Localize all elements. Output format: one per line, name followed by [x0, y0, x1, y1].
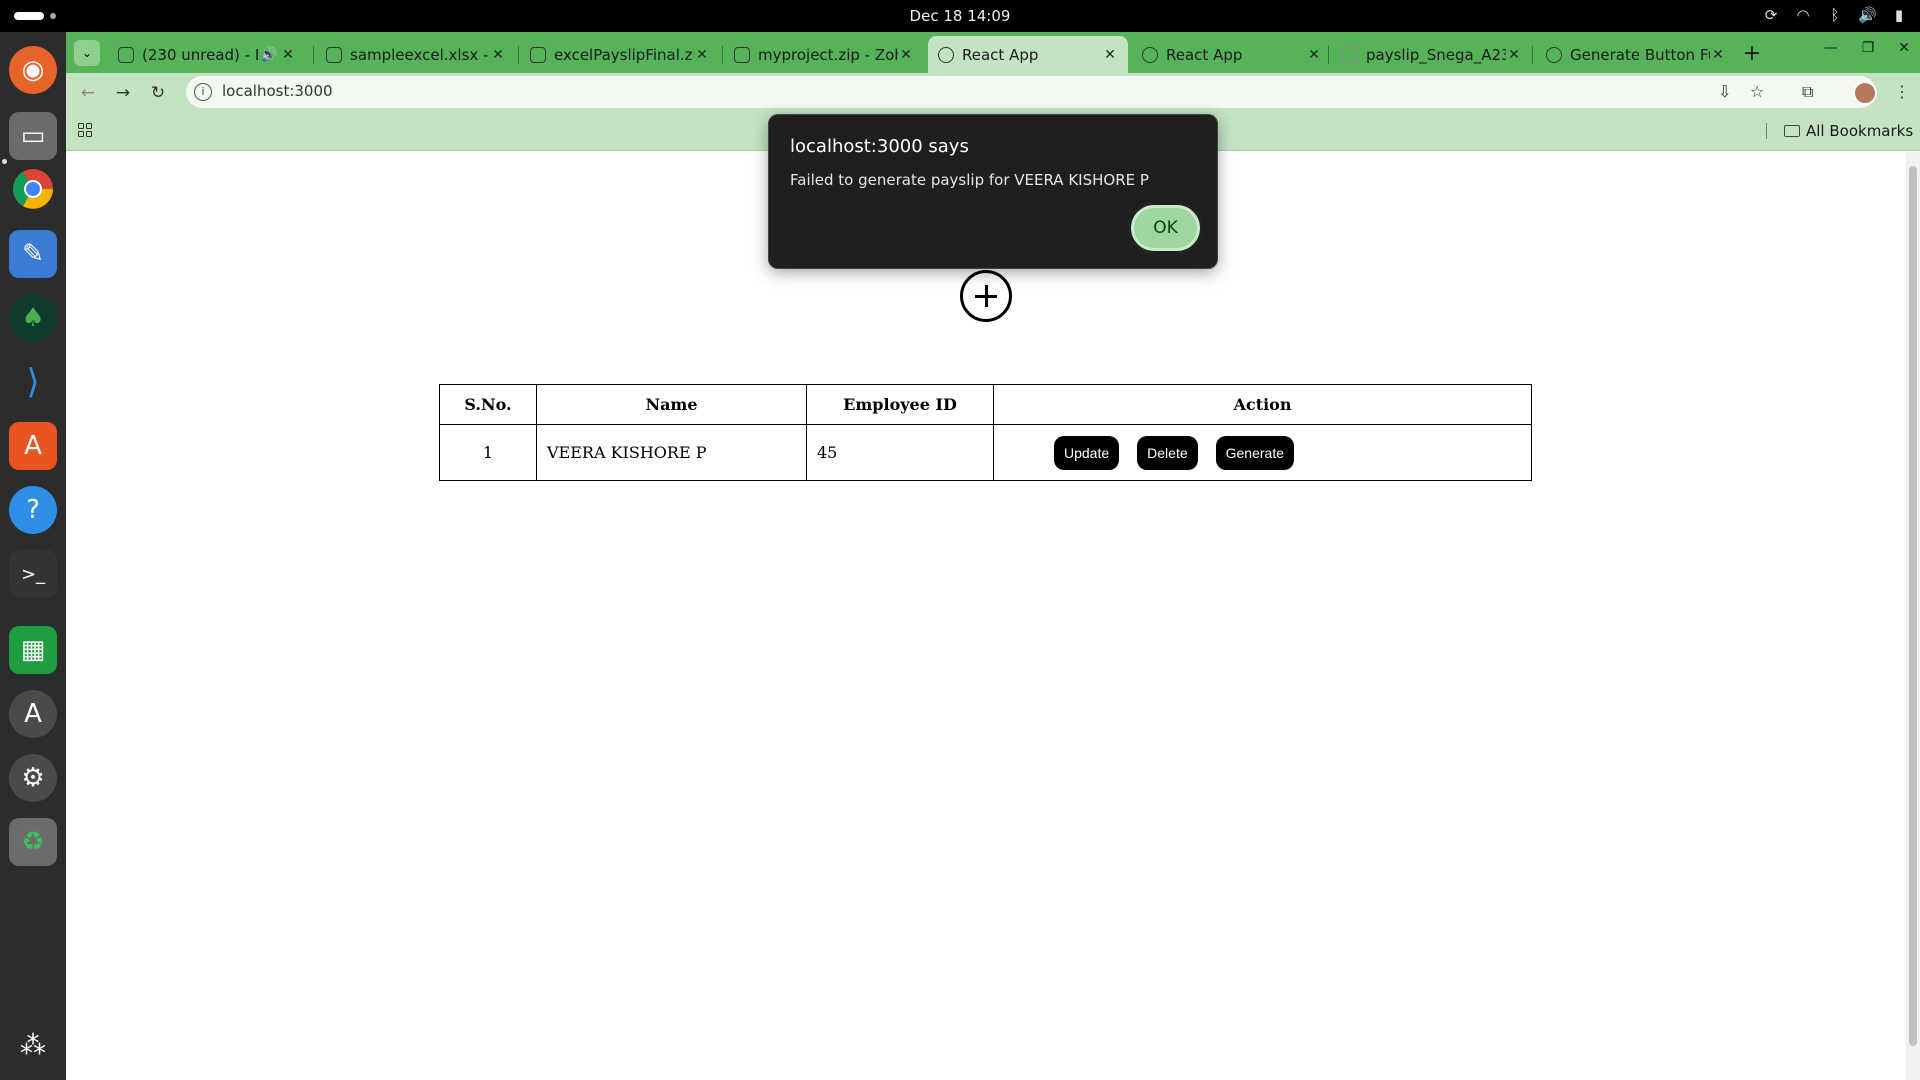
- header-action: Action: [993, 384, 1532, 425]
- mongodb-compass-icon[interactable]: ♠: [9, 294, 57, 342]
- sync-icon[interactable]: ⟳: [1762, 6, 1780, 24]
- ok-button[interactable]: OK: [1129, 203, 1202, 253]
- tab-close-icon[interactable]: ✕: [898, 47, 914, 63]
- page-scrollbar[interactable]: [1906, 152, 1920, 1080]
- firefox-icon[interactable]: ◉: [9, 46, 57, 94]
- cell-name: VEERA KISHORE P: [536, 424, 807, 481]
- software-updater-icon[interactable]: A: [9, 690, 57, 738]
- system-tray[interactable]: ⟳ ◠ ᛒ 🔊 ▮: [1762, 6, 1908, 24]
- tab-myproject[interactable]: myproject.zip - Zoho ✕: [724, 36, 924, 73]
- forward-button[interactable]: →: [109, 79, 137, 107]
- address-bar[interactable]: i localhost:3000 ⇩ ☆: [186, 76, 1876, 108]
- app-center-icon[interactable]: A: [9, 422, 57, 470]
- tab-react-app[interactable]: React App ✕: [1132, 36, 1332, 73]
- tab-close-icon[interactable]: ✕: [694, 47, 710, 63]
- close-window-icon[interactable]: ✕: [1898, 40, 1910, 56]
- tab-inbox[interactable]: (230 unread) - In 🔊 ✕: [108, 36, 306, 73]
- tab-react-app-active[interactable]: React App ✕: [928, 36, 1128, 73]
- reload-button[interactable]: ↻: [144, 79, 172, 107]
- spreadsheet-icon[interactable]: ▦: [9, 626, 57, 674]
- tab-strip: ⌄ (230 unread) - In 🔊 ✕ sampleexcel.xlsx…: [66, 32, 1920, 73]
- url-text[interactable]: localhost:3000: [222, 82, 333, 100]
- generate-button[interactable]: Generate: [1215, 435, 1294, 470]
- tab-close-icon[interactable]: ✕: [490, 47, 506, 63]
- chatgpt-favicon-icon: [1546, 46, 1562, 63]
- zoho-favicon-icon: [326, 46, 342, 63]
- install-app-icon[interactable]: ⇩: [1718, 82, 1731, 101]
- help-icon[interactable]: ?: [9, 486, 57, 534]
- table-row: 1 VEERA KISHORE P 45 Update Delete Generat…: [439, 424, 1532, 481]
- terminal-icon[interactable]: >_: [9, 550, 57, 598]
- kebab-menu-icon[interactable]: ⋮: [1894, 82, 1910, 101]
- header-sno: S.No.: [439, 384, 537, 425]
- cell-actions: Update Delete Generate: [993, 424, 1532, 481]
- battery-icon[interactable]: ▮: [1890, 6, 1908, 24]
- dialog-title: localhost:3000 says: [790, 136, 969, 157]
- tab-sampleexcel[interactable]: sampleexcel.xlsx - Z ✕: [316, 36, 516, 73]
- speaker-icon[interactable]: 🔊: [258, 47, 280, 63]
- page-content: S.No. Name Employee ID Action 1 VEERA KI…: [66, 152, 1920, 1080]
- arrow-right-icon: →: [115, 83, 131, 103]
- chrome-icon[interactable]: [9, 165, 57, 213]
- show-apps-icon[interactable]: ⁂: [9, 1022, 57, 1070]
- tab-close-icon[interactable]: ✕: [1102, 47, 1118, 63]
- tab-generate-button[interactable]: Generate Button Fu ✕: [1536, 36, 1736, 73]
- alert-dialog: localhost:3000 says Failed to generate p…: [768, 114, 1218, 269]
- tab-close-icon[interactable]: ✕: [280, 47, 296, 63]
- table-header-row: S.No. Name Employee ID Action: [439, 384, 1532, 425]
- mail-favicon-icon: [118, 46, 134, 63]
- system-clock[interactable]: Dec 18 14:09: [0, 7, 1920, 25]
- window-controls: — ❐ ✕: [1824, 40, 1910, 56]
- profile-avatar[interactable]: [1853, 81, 1877, 105]
- site-info-icon[interactable]: i: [194, 83, 212, 101]
- zoho-favicon-icon: [734, 46, 750, 63]
- chevron-down-icon: ⌄: [81, 46, 93, 60]
- back-button[interactable]: ←: [74, 79, 102, 107]
- volume-icon[interactable]: 🔊: [1858, 6, 1877, 24]
- employee-table: S.No. Name Employee ID Action 1 VEERA KI…: [439, 384, 1532, 481]
- browser-toolbar: ← → ↻ i localhost:3000 ⇩ ☆ ⧉ ⋮: [66, 73, 1920, 111]
- cell-employee-id: 45: [806, 424, 994, 481]
- trash-icon[interactable]: ♻: [9, 818, 57, 866]
- tab-close-icon[interactable]: ✕: [1306, 47, 1322, 63]
- active-indicator: [2, 159, 7, 164]
- bookmark-star-icon[interactable]: ☆: [1750, 82, 1764, 101]
- folder-icon: [1784, 125, 1800, 137]
- wifi-icon[interactable]: ◠: [1794, 6, 1812, 24]
- cell-sno: 1: [439, 424, 537, 481]
- update-button[interactable]: Update: [1054, 435, 1120, 470]
- new-tab-button[interactable]: +: [1737, 38, 1767, 68]
- tab-close-icon[interactable]: ✕: [1506, 47, 1522, 63]
- files-icon[interactable]: ▭: [9, 112, 57, 160]
- maximize-icon[interactable]: ❐: [1862, 40, 1875, 56]
- zoho-favicon-icon: [530, 46, 546, 63]
- minimize-icon[interactable]: —: [1824, 40, 1838, 56]
- react-favicon-icon: [1142, 46, 1158, 63]
- file-favicon-icon: [1342, 46, 1358, 63]
- bluetooth-icon[interactable]: ᛒ: [1826, 6, 1844, 24]
- plus-icon: +: [1742, 40, 1762, 66]
- tab-search-button[interactable]: ⌄: [74, 40, 100, 66]
- tab-close-icon[interactable]: ✕: [1710, 47, 1726, 63]
- ubuntu-dock: ◉ ▭ ✎ ♠ ⟩ A ? >_ ▦ A ⚙ ♻ ⁂: [0, 32, 66, 1080]
- extensions-icon[interactable]: ⧉: [1802, 82, 1813, 102]
- vscode-icon[interactable]: ⟩: [9, 358, 57, 406]
- apps-grid-icon[interactable]: [78, 123, 94, 139]
- add-employee-button[interactable]: [960, 270, 1012, 322]
- settings-icon[interactable]: ⚙: [9, 754, 57, 802]
- system-top-bar: Dec 18 14:09 ⟳ ◠ ᛒ 🔊 ▮: [0, 0, 1920, 32]
- react-favicon-icon: [938, 46, 954, 63]
- header-name: Name: [536, 384, 807, 425]
- dialog-message: Failed to generate payslip for VEERA KIS…: [790, 171, 1149, 189]
- text-editor-icon[interactable]: ✎: [9, 230, 57, 278]
- all-bookmarks-button[interactable]: All Bookmarks: [1784, 122, 1913, 140]
- reload-icon: ↻: [150, 83, 166, 103]
- arrow-left-icon: ←: [80, 83, 96, 103]
- header-employee-id: Employee ID: [806, 384, 994, 425]
- delete-button[interactable]: Delete: [1137, 435, 1198, 470]
- tab-payslip[interactable]: payslip_Snega_A23 ✕: [1332, 36, 1532, 73]
- tab-excelpayslip[interactable]: excelPayslipFinal.zip ✕: [520, 36, 720, 73]
